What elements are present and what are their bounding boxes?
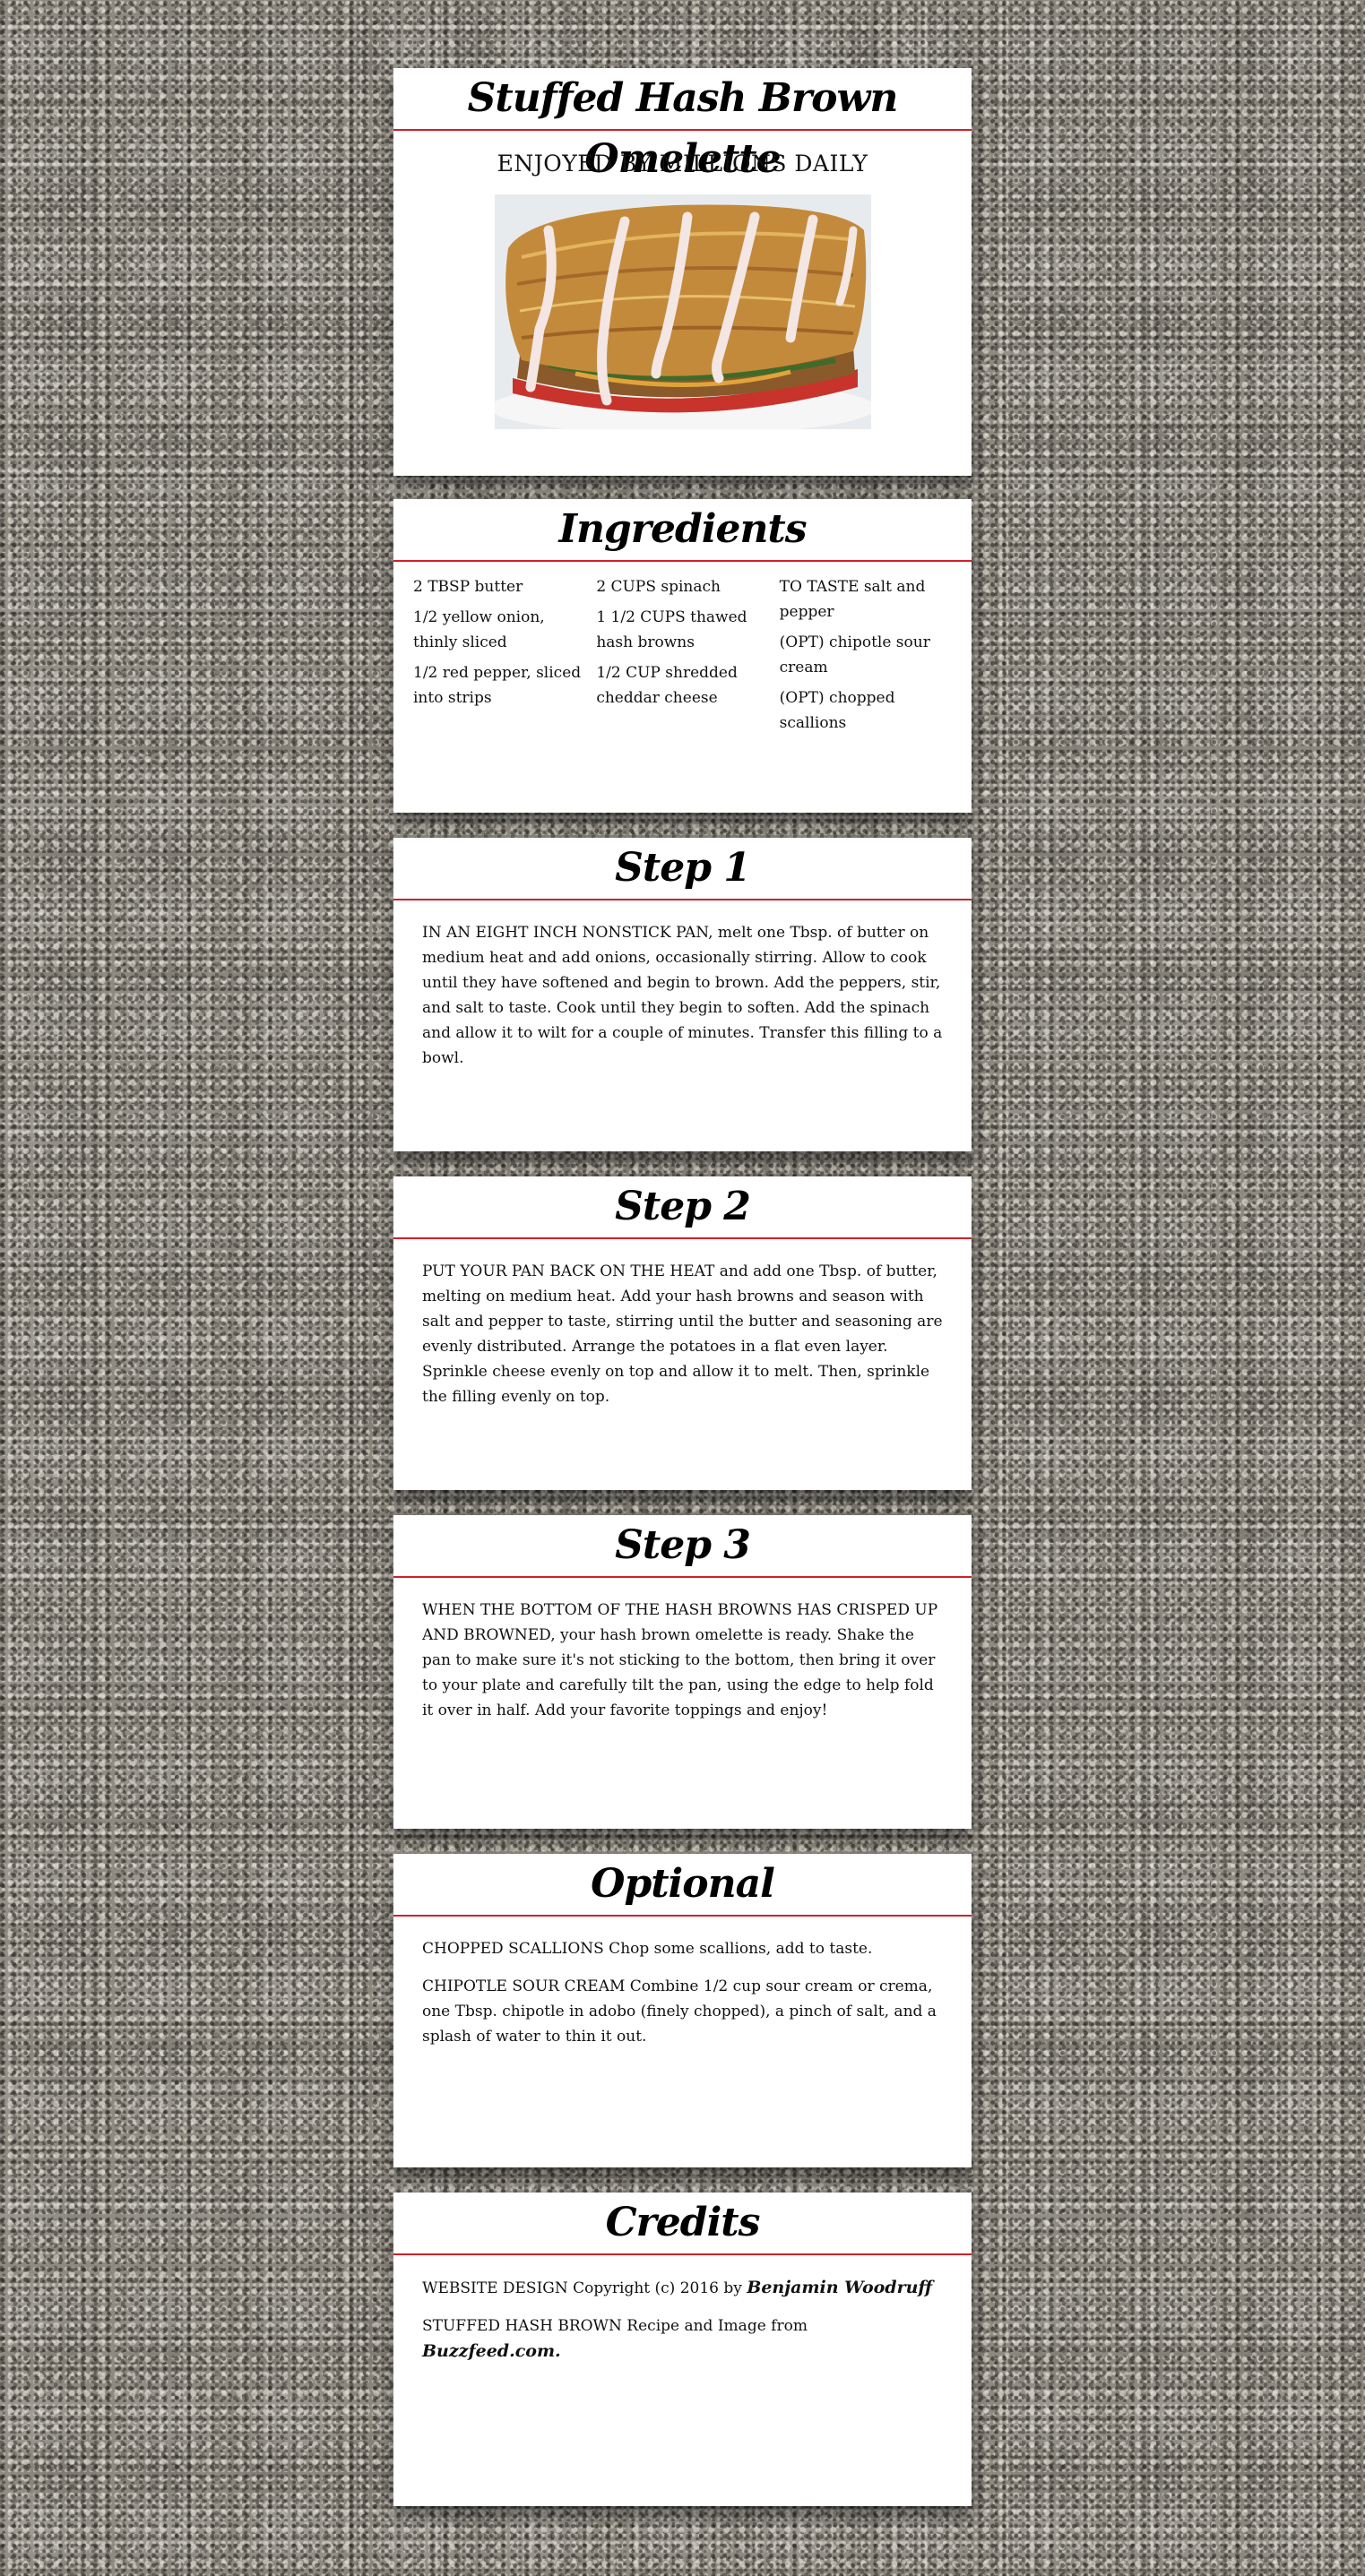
source-link[interactable]: Buzzfeed.com. xyxy=(422,2341,561,2361)
ingredient-item: (OPT) chipotle sour cream xyxy=(779,633,930,676)
credits-card: Credits Website design Copyright (c) 201… xyxy=(393,2193,972,2506)
step-1-title: Step 1 xyxy=(393,838,972,900)
page-title: Stuffed Hash Brown Omelette xyxy=(393,68,972,182)
ingredient-item: 1/2 yellow onion, thinly sliced xyxy=(413,608,545,651)
step-3-text: When the bottom of the hash browns has c… xyxy=(422,1601,938,1719)
ingredient-item: 2 CUPS spinach xyxy=(596,578,721,596)
ingredient-item: 2 TBSP butter xyxy=(413,578,523,596)
step-1-body: In an eight inch nonstick pan, melt one … xyxy=(393,900,972,1071)
optional-card: Optional Chopped scallions Chop some sca… xyxy=(393,1854,972,2167)
omelette-image xyxy=(494,194,871,429)
credit-design: Website design Copyright (c) 2016 by Ben… xyxy=(422,2278,933,2297)
ingredients-column-1: 2 TBSP butter 1/2 yellow onion, thinly s… xyxy=(413,574,585,741)
step-3-body: When the bottom of the hash browns has c… xyxy=(393,1578,972,1723)
optional-title: Optional xyxy=(393,1854,972,1917)
ingredients-title: Ingredients xyxy=(393,499,972,562)
step-1-text: In an eight inch nonstick pan, melt one … xyxy=(422,924,943,1067)
step-3-title: Step 3 xyxy=(393,1515,972,1578)
step-2-text: Put your pan back on the heat and add on… xyxy=(422,1262,943,1406)
tagline: ENJOYED BY MILLIONS DAILY xyxy=(497,151,868,177)
step-3-card: Step 3 When the bottom of the hash brown… xyxy=(393,1515,972,1829)
step-1-card: Step 1 In an eight inch nonstick pan, me… xyxy=(393,838,972,1151)
ingredients-column-3: TO TASTE salt and pepper (OPT) chipotle … xyxy=(780,574,952,741)
ingredients-list: 2 TBSP butter 1/2 yellow onion, thinly s… xyxy=(393,562,972,741)
omelette-photo xyxy=(494,194,871,429)
hero-card: Stuffed Hash Brown Omelette ENJOYED BY M… xyxy=(393,68,972,476)
step-2-body: Put your pan back on the heat and add on… xyxy=(393,1239,972,1409)
ingredient-item: (OPT) chopped scallions xyxy=(779,689,895,732)
step-2-card: Step 2 Put your pan back on the heat and… xyxy=(393,1176,972,1490)
ingredients-card: Ingredients 2 TBSP butter 1/2 yellow oni… xyxy=(393,499,972,813)
credits-body: Website design Copyright (c) 2016 by Ben… xyxy=(393,2255,972,2365)
credits-title: Credits xyxy=(393,2193,972,2255)
optional-body: Chopped scallions Chop some scallions, a… xyxy=(393,1917,972,2049)
optional-item-scallions: Chopped scallions Chop some scallions, a… xyxy=(422,1940,873,1958)
ingredients-column-2: 2 CUPS spinach 1 1/2 CUPS thawed hash br… xyxy=(596,574,768,741)
credit-recipe: Stuffed hash brown Recipe and Image from… xyxy=(422,2317,808,2361)
ingredient-item: 1/2 red pepper, sliced into strips xyxy=(413,664,582,707)
ingredient-item: 1/2 CUP shredded cheddar cheese xyxy=(596,664,738,707)
ingredient-item: TO TASTE salt and pepper xyxy=(779,578,926,621)
optional-item-sour-cream: Chipotle sour cream Combine 1/2 cup sour… xyxy=(422,1977,937,2046)
ingredient-item: 1 1/2 CUPS thawed hash browns xyxy=(596,608,747,651)
author-link[interactable]: Benjamin Woodruff xyxy=(747,2278,932,2297)
step-2-title: Step 2 xyxy=(393,1176,972,1239)
